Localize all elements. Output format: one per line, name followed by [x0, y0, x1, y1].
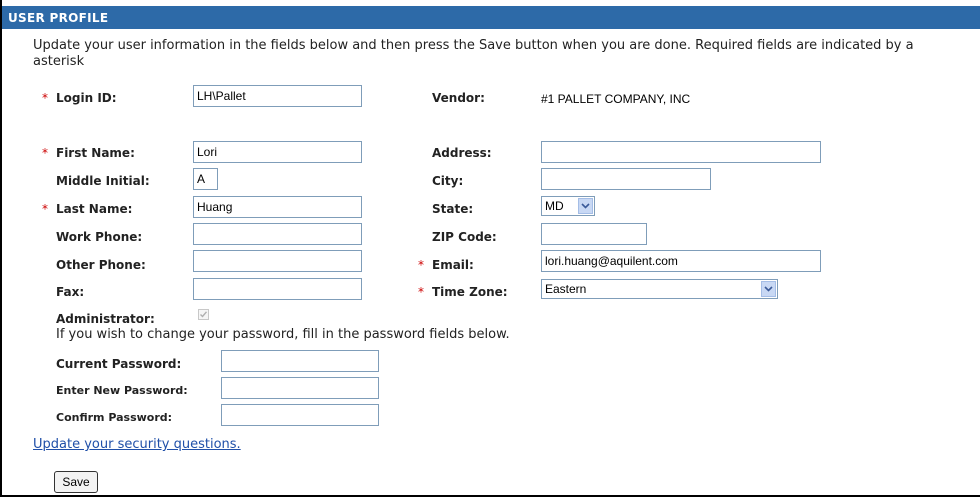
header-bar: User Profile: [2, 6, 980, 29]
required-mark: *: [42, 202, 48, 216]
current-password-input[interactable]: [221, 350, 379, 372]
intro-text: Update your user information in the fiel…: [33, 38, 978, 70]
other-phone-label: Other Phone:: [56, 258, 146, 272]
required-mark: *: [418, 258, 424, 272]
work-phone-label: Work Phone:: [56, 230, 143, 244]
first-name-label: First Name:: [56, 146, 135, 160]
last-name-label: Last Name:: [56, 202, 133, 216]
login-id-label: Login ID:: [56, 91, 117, 105]
time-zone-selected-value: Eastern: [545, 282, 587, 296]
work-phone-input[interactable]: [193, 223, 362, 245]
city-label: City:: [432, 174, 464, 188]
vendor-value: #1 PALLET COMPANY, INC: [541, 92, 691, 106]
required-mark: *: [42, 146, 48, 160]
page-title: User Profile: [8, 11, 109, 25]
zip-label: ZIP Code:: [432, 230, 497, 244]
confirm-password-label: Confirm Password:: [56, 411, 173, 424]
email-input[interactable]: lori.huang@aquilent.com: [541, 250, 821, 272]
fax-input[interactable]: [193, 278, 362, 300]
vendor-label: Vendor:: [432, 91, 485, 105]
new-password-input[interactable]: [221, 377, 379, 399]
address-label: Address:: [432, 146, 492, 160]
intro-line-1: Update your user information in the fiel…: [33, 38, 914, 53]
state-selected-value: MD: [545, 199, 564, 213]
middle-initial-label: Middle Initial:: [56, 174, 150, 188]
address-input[interactable]: [541, 141, 821, 163]
other-phone-input[interactable]: [193, 250, 362, 272]
intro-line-2: asterisk: [33, 54, 85, 69]
state-label: State:: [432, 202, 474, 216]
check-icon: [200, 311, 208, 318]
security-questions-link[interactable]: Update your security questions.: [33, 437, 241, 452]
administrator-checkbox[interactable]: [198, 309, 209, 320]
confirm-password-input[interactable]: [221, 404, 379, 426]
administrator-label: Administrator:: [56, 312, 155, 326]
first-name-input[interactable]: Lori: [193, 141, 362, 163]
email-label: Email:: [432, 258, 474, 272]
chevron-down-icon[interactable]: [578, 198, 593, 214]
required-mark: *: [42, 91, 48, 105]
zip-input[interactable]: [541, 223, 647, 245]
state-select[interactable]: MD: [541, 196, 595, 216]
save-button[interactable]: Save: [54, 471, 98, 493]
last-name-input[interactable]: Huang: [193, 196, 362, 218]
fax-label: Fax:: [56, 285, 85, 299]
required-mark: *: [418, 285, 424, 299]
new-password-label: Enter New Password:: [56, 384, 188, 397]
password-instructions: If you wish to change your password, fil…: [56, 327, 510, 342]
login-id-input[interactable]: LH\Pallet: [193, 85, 362, 107]
time-zone-label: Time Zone:: [432, 285, 508, 299]
middle-initial-input[interactable]: A: [193, 168, 218, 190]
chevron-down-icon[interactable]: [761, 281, 776, 297]
time-zone-select[interactable]: Eastern: [541, 279, 778, 299]
current-password-label: Current Password:: [56, 357, 182, 371]
city-input[interactable]: [541, 168, 711, 190]
